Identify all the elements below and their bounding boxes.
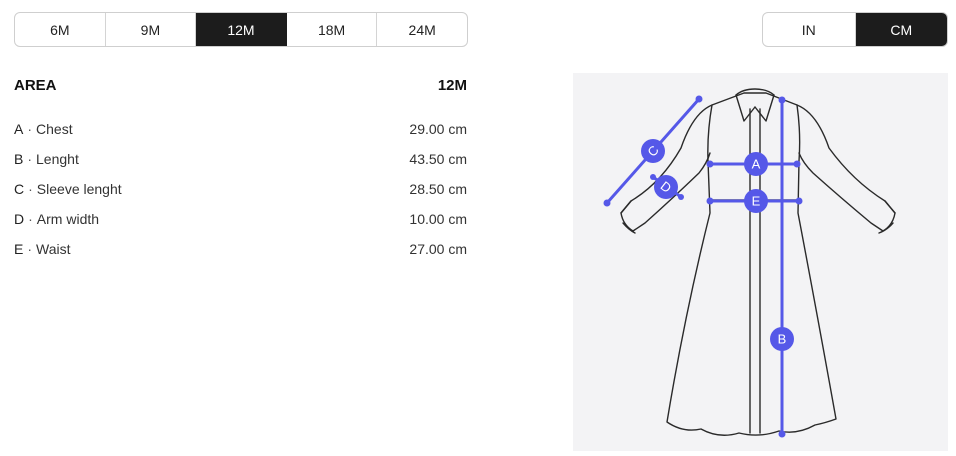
marker-endpoint (706, 197, 714, 205)
size-diagram: A E B C D (573, 73, 948, 451)
measurement-name: Lenght (36, 151, 79, 167)
size-option-24m[interactable]: 24M (377, 13, 467, 46)
measurement-value: 28.50 cm (409, 181, 467, 197)
svg-text:E: E (752, 194, 761, 209)
size-option-18m[interactable]: 18M (287, 13, 378, 46)
separator-dot: · (28, 211, 33, 227)
size-option-6m[interactable]: 6M (15, 13, 106, 46)
measurement-letter: C (14, 181, 25, 197)
separator-dot: · (28, 181, 33, 197)
unit-option-cm[interactable]: CM (855, 13, 947, 46)
size-column-header: 12M (437, 77, 467, 94)
measurement-letter: A (14, 121, 24, 137)
measurement-list: A · Chest 29.00 cm B · Lenght 43.50 cm C… (14, 114, 467, 264)
measurement-row-waist: E · Waist 27.00 cm (14, 234, 467, 264)
measurement-markers (603, 95, 803, 438)
marker-badge-b: B (770, 327, 794, 351)
marker-endpoint (678, 194, 684, 200)
marker-endpoint (793, 160, 801, 168)
marker-endpoint (795, 197, 803, 205)
marker-endpoint (695, 95, 703, 103)
separator-dot: · (27, 241, 33, 257)
measurement-row-sleeve-length: C · Sleeve lenght 28.50 cm (14, 174, 467, 204)
dress-diagram: A E B C D (603, 88, 896, 438)
marker-endpoint (706, 160, 714, 168)
measurement-name: Chest (36, 121, 73, 137)
marker-badge-d: D (654, 175, 678, 199)
svg-text:B: B (778, 332, 787, 347)
measurement-name: Sleeve lenght (36, 181, 122, 197)
size-selector: 6M 9M 12M 18M 24M (14, 12, 468, 47)
unit-option-in[interactable]: IN (763, 13, 856, 46)
marker-badge-e: E (744, 189, 768, 213)
measurement-letter: B (14, 151, 24, 167)
size-option-12m[interactable]: 12M (196, 13, 287, 46)
marker-endpoint (778, 96, 786, 104)
separator-dot: · (27, 121, 33, 137)
measurement-row-arm-width: D · Arm width 10.00 cm (14, 204, 467, 234)
marker-badge-a: A (744, 152, 768, 176)
measurement-row-chest: A · Chest 29.00 cm (14, 114, 467, 144)
svg-text:A: A (752, 157, 761, 172)
measurement-value: 27.00 cm (409, 241, 467, 257)
size-option-9m[interactable]: 9M (106, 13, 197, 46)
marker-endpoint (778, 430, 786, 438)
measurement-name: Waist (36, 241, 71, 257)
measurement-value: 29.00 cm (409, 121, 467, 137)
measurement-value: 43.50 cm (409, 151, 467, 167)
measurement-row-length: B · Lenght 43.50 cm (14, 144, 467, 174)
marker-badge-c: C (641, 139, 665, 163)
unit-selector: IN CM (762, 12, 948, 47)
marker-endpoint (603, 199, 611, 207)
measurement-name: Arm width (36, 211, 100, 227)
measurement-letter: E (14, 241, 24, 257)
separator-dot: · (27, 151, 33, 167)
measurement-letter: D (14, 211, 25, 227)
marker-badges: A E B C D (641, 139, 794, 351)
measurement-value: 10.00 cm (409, 211, 467, 227)
marker-endpoint (650, 174, 656, 180)
